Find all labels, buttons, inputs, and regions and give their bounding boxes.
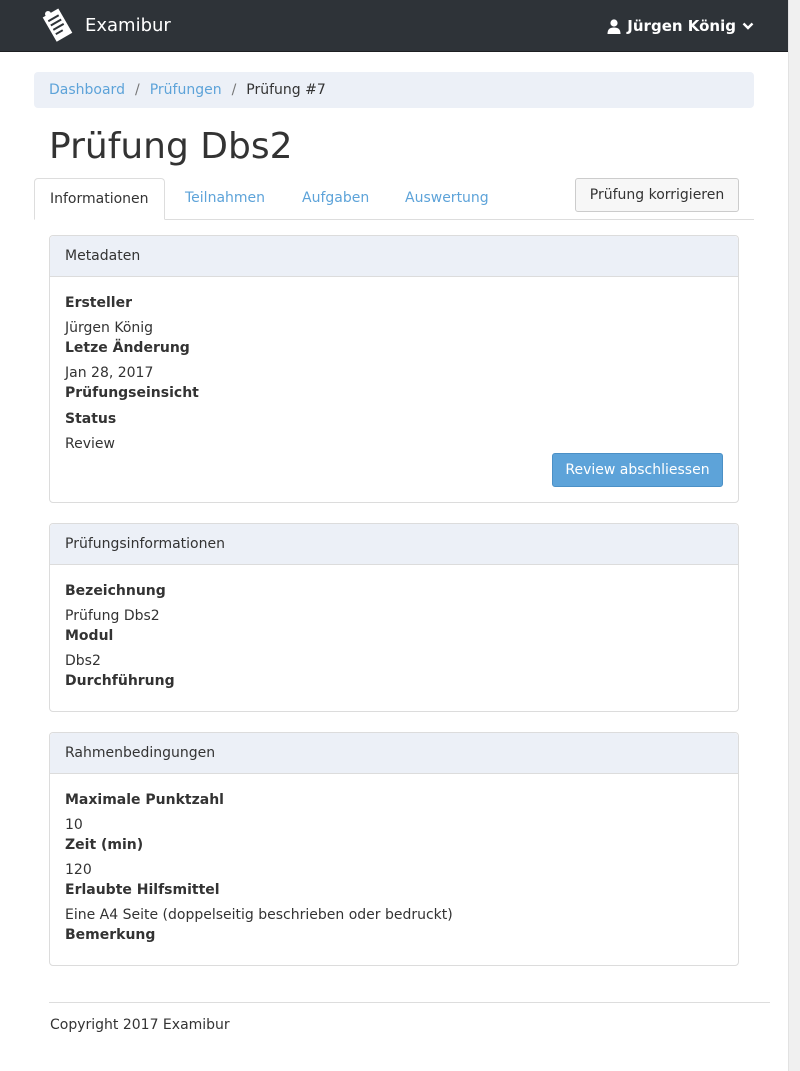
metadata-panel: Metadaten Ersteller Jürgen König Letze Ä… [49,235,739,503]
tab-informationen[interactable]: Informationen [34,178,165,220]
exam-paper-icon[interactable] [40,6,76,46]
remark-label: Bemerkung [65,927,156,943]
user-menu[interactable]: Jürgen König [607,17,754,35]
module-label: Modul [65,628,114,644]
tab-aufgaben[interactable]: Aufgaben [287,178,384,220]
tab-teilnahmen[interactable]: Teilnahmen [170,178,280,220]
user-name: Jürgen König [627,17,736,35]
breadcrumb-separator: / [231,82,237,98]
last-change-value: Jan 28, 2017 [65,365,154,381]
breadcrumb: Dashboard / Prüfungen / Prüfung #7 [34,72,754,108]
creator-value: Jürgen König [65,320,154,336]
status-value: Review [65,436,115,452]
aids-label: Erlaubte Hilfsmittel [65,882,220,898]
tab-auswertung[interactable]: Auswertung [390,178,504,220]
exam-name-value: Prüfung Dbs2 [65,608,160,624]
exam-name-label: Bezeichnung [65,583,166,599]
brand-name[interactable]: Examibur [85,15,171,37]
exam-info-panel: Prüfungsinformationen Bezeichnung Prüfun… [49,523,739,712]
correct-exam-button[interactable]: Prüfung korrigieren [575,178,739,212]
conditions-panel: Rahmenbedingungen Maximale Punktzahl 10 … [49,732,739,966]
execution-label: Durchführung [65,673,175,689]
finish-review-button[interactable]: Review abschliessen [552,453,723,487]
exam-info-panel-heading: Prüfungsinformationen [50,524,738,565]
footer-copyright: Copyright 2017 Examibur [50,1017,230,1033]
chevron-down-icon [742,22,754,30]
user-icon [607,18,621,34]
scrollbar[interactable] [788,0,800,1071]
breadcrumb-exams[interactable]: Prüfungen [150,82,222,98]
breadcrumb-current: Prüfung #7 [246,82,326,98]
time-value: 120 [65,862,92,878]
time-label: Zeit (min) [65,837,144,853]
breadcrumb-separator: / [134,82,140,98]
max-points-label: Maximale Punktzahl [65,792,224,808]
last-change-label: Letze Änderung [65,340,190,356]
review-label: Prüfungseinsicht [65,385,199,401]
module-value: Dbs2 [65,653,101,669]
metadata-panel-heading: Metadaten [50,236,738,277]
creator-label: Ersteller [65,295,132,311]
conditions-panel-heading: Rahmenbedingungen [50,733,738,774]
status-label: Status [65,411,117,427]
aids-value: Eine A4 Seite (doppelseitig beschrieben … [65,907,453,923]
page-title: Prüfung Dbs2 [49,126,293,167]
breadcrumb-dashboard[interactable]: Dashboard [49,82,125,98]
navbar: Examibur Jürgen König [0,0,788,52]
max-points-value: 10 [65,817,83,833]
footer-divider [49,1002,770,1003]
